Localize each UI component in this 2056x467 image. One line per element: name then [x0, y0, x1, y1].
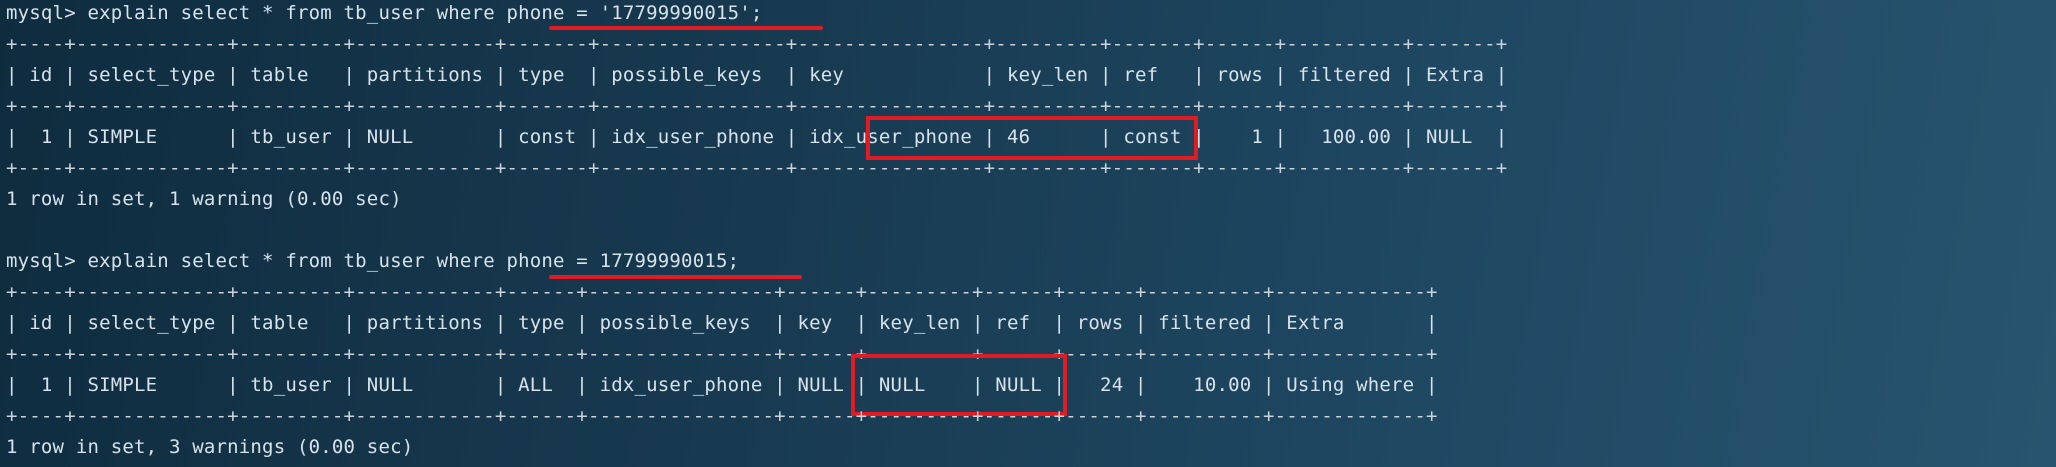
table-2-border-mid: +----+-------------+---------+----------… — [6, 343, 1438, 365]
command-line-1: mysql> explain select * from tb_user whe… — [6, 2, 763, 24]
table-2-row: | 1 | SIMPLE | tb_user | NULL | ALL | id… — [6, 374, 1438, 396]
table-1-border-mid: +----+-------------+---------+----------… — [6, 95, 1508, 117]
table-2-header: | id | select_type | table | partitions … — [6, 312, 1438, 334]
result-line-2: 1 row in set, 3 warnings (0.00 sec) — [6, 436, 414, 458]
command-line-2: mysql> explain select * from tb_user whe… — [6, 250, 740, 272]
table-1-border-top: +----+-------------+---------+----------… — [6, 33, 1508, 55]
table-1-header: | id | select_type | table | partitions … — [6, 64, 1508, 86]
table-2-border-bottom: +----+-------------+---------+----------… — [6, 405, 1438, 427]
table-2-border-top: +----+-------------+---------+----------… — [6, 281, 1438, 303]
terminal-output[interactable]: mysql> explain select * from tb_user whe… — [6, 0, 2046, 467]
result-line-1: 1 row in set, 1 warning (0.00 sec) — [6, 188, 402, 210]
table-1-row: | 1 | SIMPLE | tb_user | NULL | const | … — [6, 126, 1508, 148]
table-1-border-bottom: +----+-------------+---------+----------… — [6, 157, 1508, 179]
